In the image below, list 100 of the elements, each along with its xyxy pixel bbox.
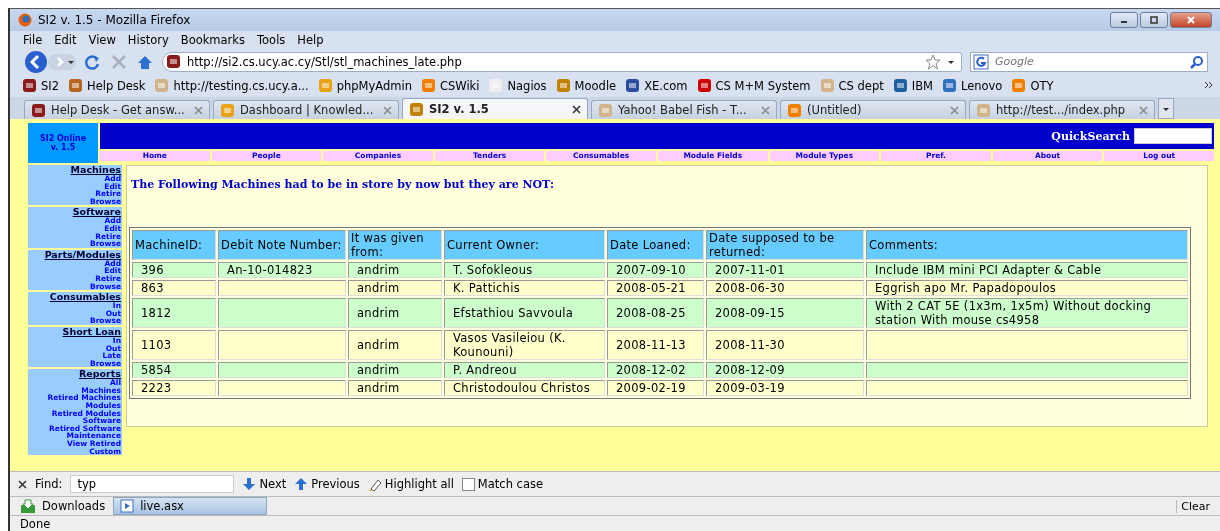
column-header: Date supposed to be returned: <box>706 230 864 260</box>
menu-item[interactable]: Bookmarks <box>175 33 250 47</box>
table-cell: 2009-03-19 <box>706 380 864 396</box>
bookmark-link[interactable]: Nagios <box>507 78 547 93</box>
site-logo[interactable]: SI2 Online v. 1.5 <box>28 123 98 163</box>
favicon-icon <box>598 102 613 118</box>
browser-tab[interactable]: http://test.../index.php <box>969 100 1155 119</box>
favicon-icon <box>819 78 835 93</box>
back-button-icon[interactable] <box>24 49 48 74</box>
menu-item[interactable]: History <box>122 33 174 47</box>
clear-button[interactable]: Clear <box>1176 499 1214 513</box>
bookmark-link[interactable]: Moodle <box>574 78 617 93</box>
favicon-icon <box>941 78 957 93</box>
menu-item[interactable]: Help <box>292 33 329 47</box>
sidebar-heading[interactable]: Reports <box>79 369 121 380</box>
browser-tab[interactable]: (Untitled) <box>780 100 966 119</box>
address-bar[interactable]: http://si2.cs.ucy.ac.cy/Stl/stl_machines_late.php <box>162 51 962 72</box>
table-cell: An-10-014823 <box>218 262 346 278</box>
previous-button[interactable]: Previous <box>294 477 360 491</box>
firefox-logo-icon <box>18 13 32 27</box>
sidebar-heading[interactable]: Consumables <box>49 292 121 303</box>
bookmark-link[interactable]: XE.com <box>644 78 688 93</box>
window-title: SI2 v. 1.5 - Mozilla Firefox <box>38 13 191 27</box>
bookmark-link[interactable]: Lenovo <box>960 78 1003 93</box>
table-cell: 2008-06-30 <box>706 280 864 296</box>
favicon-icon <box>166 54 181 69</box>
favicon-icon <box>892 78 908 93</box>
menu-item[interactable]: Tools <box>252 33 291 47</box>
close-icon[interactable] <box>572 104 581 114</box>
browser-tab[interactable]: Help Desk - Get answ... <box>24 100 210 119</box>
table-cell: andrim <box>348 330 442 360</box>
close-icon[interactable] <box>18 479 27 489</box>
browser-tab[interactable]: Yahoo! Babel Fish - T... <box>591 100 777 119</box>
sidebar-heading[interactable]: Machines <box>70 165 121 175</box>
menu-item[interactable]: File <box>18 33 48 47</box>
menu-item[interactable]: View <box>83 33 121 47</box>
download-item[interactable]: live.asx <box>113 497 268 515</box>
sidebar-heading[interactable]: Short Loan <box>62 326 121 337</box>
favicon-icon <box>976 102 991 118</box>
favicon-icon <box>220 102 235 118</box>
table-cell: Vasos Vasileiou (K. Kounouni) <box>444 330 605 360</box>
quicksearch-label: QuickSearch <box>1051 129 1130 143</box>
table-cell: With 2 CAT 5E (1x3m, 1x5m) Without docking station With mouse cs4958 <box>866 298 1188 328</box>
page-heading: The Following Machines had to be in store by now but they are NOT: <box>131 178 555 191</box>
table-cell: andrim <box>348 380 442 396</box>
table-cell: 2008-11-30 <box>706 330 864 360</box>
search-field[interactable]: Google <box>993 54 1185 69</box>
column-header: It was given from: <box>348 230 442 260</box>
column-header: MachineID: <box>132 230 216 260</box>
browser-tab[interactable]: SI2 v. 1.5 <box>402 98 588 119</box>
search-icon[interactable] <box>1189 54 1203 69</box>
next-button[interactable]: Next <box>242 477 287 491</box>
status-text: Done <box>20 517 51 531</box>
sidebar-heading[interactable]: Parts/Modules <box>44 249 121 260</box>
bookmark-link[interactable]: OTY <box>1030 78 1054 93</box>
find-field[interactable]: typ <box>70 475 235 493</box>
search-engine-icon[interactable] <box>973 53 989 70</box>
quicksearch-field[interactable] <box>1134 128 1212 144</box>
match-case-checkbox[interactable]: Match case <box>461 477 544 491</box>
table-cell: 2008-08-25 <box>607 298 704 328</box>
search-box[interactable]: Google <box>970 51 1208 72</box>
menu-item[interactable]: Edit <box>49 33 82 47</box>
chevron-icon[interactable] <box>1204 79 1214 90</box>
favicon-icon <box>488 78 504 93</box>
table-cell: andrim <box>348 280 442 296</box>
table-cell: T. Sofokleous <box>444 262 605 278</box>
dropdown-icon[interactable] <box>947 58 955 65</box>
media-file-icon <box>120 499 135 513</box>
tab-list-button[interactable] <box>1158 98 1174 119</box>
table-cell: 5854 <box>132 362 216 378</box>
table-cell: K. Pattichis <box>444 280 605 296</box>
table-cell: 2007-09-10 <box>607 262 704 278</box>
bookmark-link[interactable]: Help Desk <box>87 78 146 93</box>
download-icon <box>20 498 36 514</box>
bookmark-link[interactable]: CSWiki <box>439 78 480 93</box>
table-cell: 2008-05-21 <box>607 280 704 296</box>
favicon-icon <box>420 78 436 93</box>
close-button[interactable] <box>1170 12 1212 28</box>
browser-tab[interactable]: Dashboard | Knowled... <box>213 100 399 119</box>
highlight-all-button[interactable]: Highlight all <box>367 476 454 492</box>
bookmark-link[interactable]: IBM <box>911 78 933 93</box>
up-arrow-icon <box>294 477 309 491</box>
bookmark-link[interactable]: CS M+M System <box>715 78 811 93</box>
reload-icon[interactable] <box>84 52 102 71</box>
bookmark-link[interactable]: CS dept <box>838 78 884 93</box>
table-cell: Eggrish apo Mr. Papadopoulos <box>866 280 1188 296</box>
minimize-button[interactable] <box>1110 12 1138 28</box>
table-cell: P. Andreou <box>444 362 605 378</box>
star-icon[interactable] <box>925 53 941 70</box>
downloads-label[interactable]: Downloads <box>42 499 106 513</box>
bookmark-link[interactable]: phpMyAdmin <box>336 78 412 93</box>
table-cell: andrim <box>348 298 442 328</box>
maximize-button[interactable] <box>1140 12 1168 28</box>
sidebar-heading[interactable]: Software <box>72 207 121 218</box>
column-header: Date Loaned: <box>607 230 704 260</box>
column-header: Debit Note Number: <box>218 230 346 260</box>
table-cell: Christodoulou Christos <box>444 380 605 396</box>
table-cell: 2008-12-02 <box>607 362 704 378</box>
bookmark-link[interactable]: SI2 <box>41 78 59 93</box>
bookmark-link[interactable]: http://testing.cs.ucy.a... <box>173 78 309 93</box>
